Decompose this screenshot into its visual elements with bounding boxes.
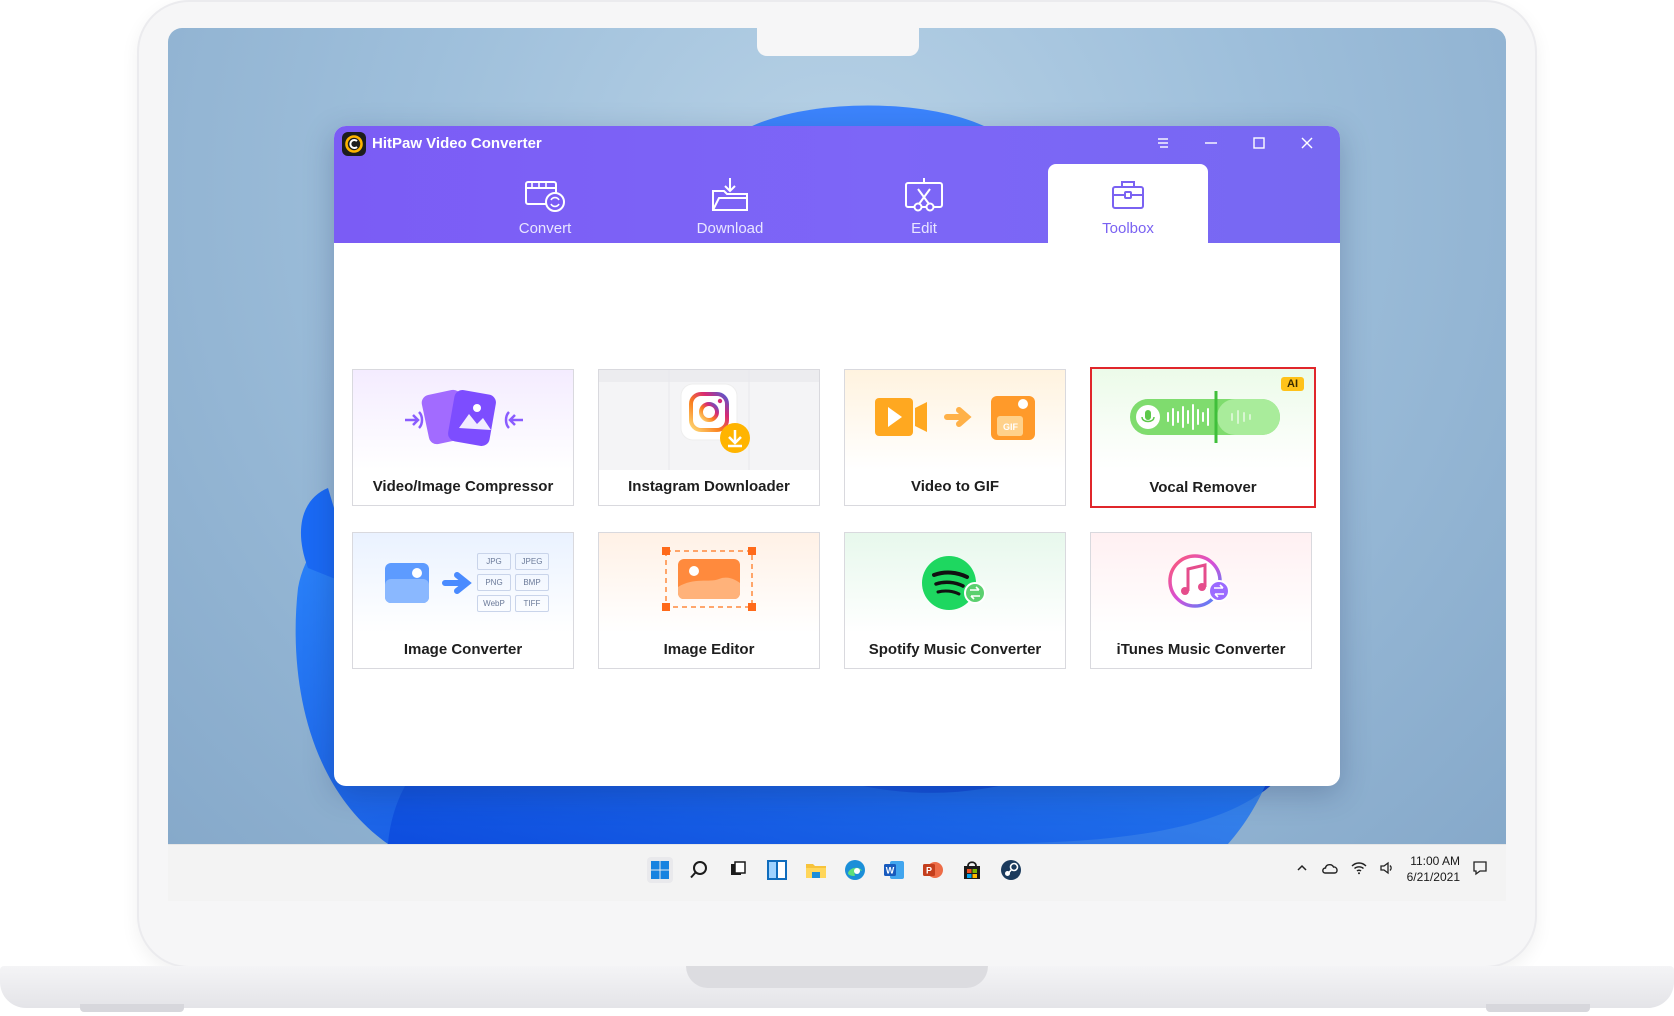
- clock-time: 11:00 AM: [1410, 854, 1460, 868]
- search-icon[interactable]: [686, 857, 712, 883]
- convert-film-icon: [524, 176, 566, 214]
- tab-toolbox[interactable]: Toolbox: [1048, 164, 1208, 243]
- steam-icon[interactable]: [998, 857, 1024, 883]
- clock-date: 6/21/2021: [1406, 870, 1460, 884]
- taskbar-apps: W P: [647, 857, 1024, 883]
- word-icon[interactable]: W: [881, 857, 907, 883]
- tab-download[interactable]: Download: [650, 164, 810, 243]
- taskbar-clock[interactable]: 11:00 AM 6/21/2021: [1407, 853, 1460, 885]
- format-grid: JPG JPEG PNG BMP WebP TIFF: [477, 553, 549, 612]
- volume-icon[interactable]: [1379, 861, 1395, 878]
- task-view-icon[interactable]: [725, 857, 751, 883]
- compress-icon: [353, 370, 573, 470]
- format-chip: BMP: [515, 574, 549, 591]
- instagram-icon: [599, 370, 819, 470]
- format-chip: TIFF: [515, 595, 549, 612]
- laptop-lid-notch: [686, 966, 988, 988]
- format-chip: PNG: [477, 574, 511, 591]
- download-folder-icon: [710, 176, 750, 214]
- ai-badge: AI: [1281, 377, 1304, 391]
- tool-label: Vocal Remover: [1149, 479, 1257, 496]
- tool-video-to-gif[interactable]: GIF Video to GIF: [844, 369, 1066, 506]
- file-explorer-icon[interactable]: [803, 857, 829, 883]
- app-title: HitPaw Video Converter: [372, 135, 542, 152]
- title-bar: HitPaw Video Converter Convert Download: [334, 126, 1340, 243]
- tool-label: Instagram Downloader: [628, 478, 790, 495]
- tool-label: Video to GIF: [910, 478, 1000, 495]
- tab-edit[interactable]: Edit: [844, 164, 1004, 243]
- tab-toolbox-label: Toolbox: [1102, 220, 1154, 237]
- system-tray: 11:00 AM 6/21/2021: [1295, 853, 1488, 885]
- chevron-up-icon[interactable]: [1295, 861, 1309, 878]
- itunes-icon: [1091, 533, 1311, 633]
- tab-download-label: Download: [696, 220, 764, 237]
- video-to-gif-icon: GIF: [845, 370, 1065, 470]
- windows-taskbar: W P 11:00 AM 6/21/2021: [168, 844, 1506, 901]
- app-logo-icon: [342, 132, 366, 156]
- tool-spotify-music-converter[interactable]: Spotify Music Converter: [844, 532, 1066, 669]
- close-icon[interactable]: [1292, 130, 1322, 156]
- notification-icon[interactable]: [1472, 860, 1488, 879]
- tool-vocal-remover[interactable]: AI Vocal Remover: [1090, 367, 1316, 508]
- laptop-foot-left: [80, 1004, 184, 1012]
- format-chip: WebP: [477, 595, 511, 612]
- laptop-foot-right: [1486, 1004, 1590, 1012]
- svg-text:W: W: [886, 866, 895, 876]
- tool-label: iTunes Music Converter: [1116, 641, 1286, 658]
- tab-convert-label: Convert: [518, 220, 572, 237]
- windows-start-icon[interactable]: [647, 857, 673, 883]
- menu-icon[interactable]: [1148, 130, 1178, 156]
- tool-label: Video/Image Compressor: [372, 478, 554, 495]
- svg-text:GIF: GIF: [1003, 422, 1019, 432]
- toolbox-icon: [1110, 176, 1146, 214]
- onedrive-icon[interactable]: [1321, 861, 1339, 878]
- tool-label: Spotify Music Converter: [868, 641, 1042, 658]
- widgets-icon[interactable]: [764, 857, 790, 883]
- tab-convert[interactable]: Convert: [465, 164, 625, 243]
- wifi-icon[interactable]: [1351, 861, 1367, 878]
- tool-label: Image Editor: [663, 641, 755, 658]
- edge-icon[interactable]: [842, 857, 868, 883]
- tool-instagram-downloader[interactable]: Instagram Downloader: [598, 369, 820, 506]
- format-chip: JPEG: [515, 553, 549, 570]
- svg-text:P: P: [926, 866, 932, 876]
- tool-label: Image Converter: [403, 641, 523, 658]
- tool-itunes-music-converter[interactable]: iTunes Music Converter: [1090, 532, 1312, 669]
- spotify-icon: [845, 533, 1065, 633]
- store-icon[interactable]: [959, 857, 985, 883]
- tool-video-image-compressor[interactable]: Video/Image Compressor: [352, 369, 574, 506]
- tab-edit-label: Edit: [911, 220, 937, 237]
- tool-image-converter[interactable]: JPG JPEG PNG BMP WebP TIFF Image Convert…: [352, 532, 574, 669]
- camera-notch: [757, 28, 919, 56]
- maximize-icon[interactable]: [1244, 130, 1274, 156]
- edit-scissors-icon: [904, 176, 944, 214]
- app-window: HitPaw Video Converter Convert Download: [334, 126, 1340, 786]
- format-chip: JPG: [477, 553, 511, 570]
- image-edit-icon: [599, 533, 819, 633]
- tool-image-editor[interactable]: Image Editor: [598, 532, 820, 669]
- powerpoint-icon[interactable]: P: [920, 857, 946, 883]
- minimize-icon[interactable]: [1196, 130, 1226, 156]
